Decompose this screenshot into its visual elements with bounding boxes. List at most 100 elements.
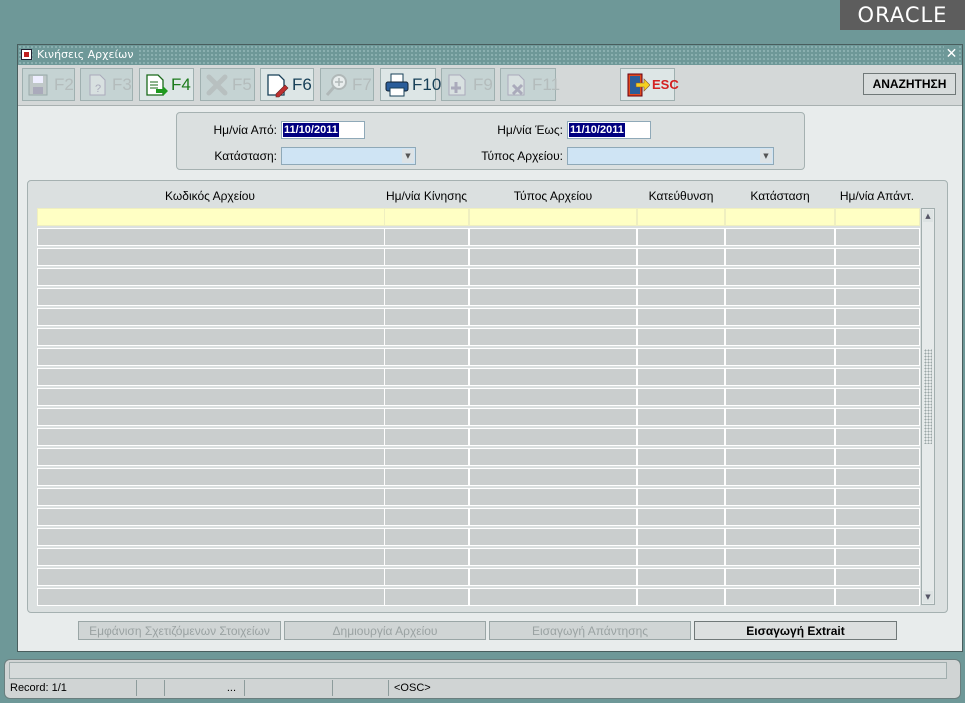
table-cell[interactable] (835, 568, 920, 586)
table-cell[interactable] (725, 488, 835, 506)
toolbar-remove-record-button[interactable]: F11 (500, 68, 560, 101)
table-cell[interactable] (637, 408, 725, 426)
table-cell[interactable] (835, 548, 920, 566)
table-cell[interactable] (469, 228, 637, 246)
status-select[interactable]: ▼ (281, 147, 416, 165)
table-cell[interactable] (725, 328, 835, 346)
table-cell[interactable] (725, 508, 835, 526)
table-cell[interactable] (725, 568, 835, 586)
table-cell[interactable] (384, 468, 469, 486)
table-cell[interactable] (835, 308, 920, 326)
table-cell[interactable] (725, 268, 835, 286)
table-cell[interactable] (384, 248, 469, 266)
table-cell[interactable] (384, 288, 469, 306)
table-cell[interactable] (469, 388, 637, 406)
table-cell[interactable] (835, 288, 920, 306)
table-cell[interactable] (725, 388, 835, 406)
search-button[interactable]: ΑΝΑΖΗΤΗΣΗ (863, 73, 956, 95)
table-cell[interactable] (637, 468, 725, 486)
table-cell[interactable] (835, 408, 920, 426)
table-cell[interactable] (725, 228, 835, 246)
table-cell[interactable] (469, 468, 637, 486)
table-cell[interactable] (469, 348, 637, 366)
table-cell[interactable] (37, 208, 385, 226)
toolbar-delete-button[interactable]: F5 (200, 68, 255, 101)
table-cell[interactable] (637, 388, 725, 406)
show-related-button[interactable]: Εμφάνιση Σχετιζόμενων Στοιχείων (78, 621, 281, 640)
table-cell[interactable] (637, 488, 725, 506)
table-cell[interactable] (725, 428, 835, 446)
table-cell[interactable] (637, 368, 725, 386)
table-cell[interactable] (637, 268, 725, 286)
table-cell[interactable] (835, 588, 920, 606)
table-cell[interactable] (469, 448, 637, 466)
file-type-select[interactable]: ▼ (567, 147, 774, 165)
import-extrait-button[interactable]: Εισαγωγή Extrait (694, 621, 897, 640)
table-cell[interactable] (637, 248, 725, 266)
scroll-down-icon[interactable]: ▼ (923, 591, 933, 603)
toolbar-exit-button[interactable]: ESC (620, 68, 679, 101)
table-cell[interactable] (725, 468, 835, 486)
table-cell[interactable] (835, 248, 920, 266)
table-cell[interactable] (835, 528, 920, 546)
table-cell[interactable] (384, 328, 469, 346)
table-cell[interactable] (469, 508, 637, 526)
table-cell[interactable] (725, 208, 835, 226)
table-cell[interactable] (37, 548, 385, 566)
table-cell[interactable] (835, 488, 920, 506)
table-cell[interactable] (637, 428, 725, 446)
table-cell[interactable] (37, 448, 385, 466)
table-cell[interactable] (384, 368, 469, 386)
table-cell[interactable] (637, 288, 725, 306)
table-cell[interactable] (384, 548, 469, 566)
table-cell[interactable] (37, 368, 385, 386)
table-cell[interactable] (37, 268, 385, 286)
table-cell[interactable] (37, 328, 385, 346)
table-cell[interactable] (469, 428, 637, 446)
table-cell[interactable] (725, 288, 835, 306)
table-cell[interactable] (384, 308, 469, 326)
table-cell[interactable] (469, 568, 637, 586)
table-cell[interactable] (835, 368, 920, 386)
table-cell[interactable] (637, 228, 725, 246)
chevron-down-icon[interactable]: ▼ (402, 149, 414, 163)
toolbar-export-button[interactable]: F4 (139, 68, 194, 101)
table-cell[interactable] (835, 468, 920, 486)
table-cell[interactable] (835, 508, 920, 526)
window-close-button[interactable]: ✕ (944, 46, 959, 62)
table-cell[interactable] (835, 448, 920, 466)
table-cell[interactable] (384, 528, 469, 546)
toolbar-query-button[interactable]: ? F3 (80, 68, 133, 101)
table-cell[interactable] (37, 588, 385, 606)
table-cell[interactable] (384, 348, 469, 366)
table-cell[interactable] (469, 528, 637, 546)
table-cell[interactable] (835, 228, 920, 246)
table-cell[interactable] (725, 308, 835, 326)
table-scrollbar[interactable]: ▲ ▼ (921, 208, 935, 605)
table-cell[interactable] (37, 248, 385, 266)
table-cell[interactable] (37, 228, 385, 246)
table-cell[interactable] (37, 508, 385, 526)
scroll-grip[interactable] (924, 349, 932, 444)
table-cell[interactable] (725, 248, 835, 266)
table-cell[interactable] (469, 288, 637, 306)
table-cell[interactable] (37, 488, 385, 506)
table-cell[interactable] (384, 588, 469, 606)
table-cell[interactable] (37, 288, 385, 306)
table-cell[interactable] (37, 428, 385, 446)
table-cell[interactable] (637, 508, 725, 526)
scroll-up-icon[interactable]: ▲ (923, 210, 933, 222)
date-from-field[interactable]: 11/10/2011 (281, 121, 365, 139)
window-titlebar[interactable]: Κινήσεις Αρχείων ✕ (18, 45, 962, 65)
table-cell[interactable] (469, 268, 637, 286)
table-cell[interactable] (835, 208, 920, 226)
table-cell[interactable] (725, 448, 835, 466)
table-cell[interactable] (835, 268, 920, 286)
table-cell[interactable] (469, 588, 637, 606)
table-cell[interactable] (469, 208, 637, 226)
toolbar-save-button[interactable]: F2 (22, 68, 75, 101)
table-cell[interactable] (37, 568, 385, 586)
table-cell[interactable] (469, 488, 637, 506)
table-cell[interactable] (37, 468, 385, 486)
table-cell[interactable] (384, 508, 469, 526)
